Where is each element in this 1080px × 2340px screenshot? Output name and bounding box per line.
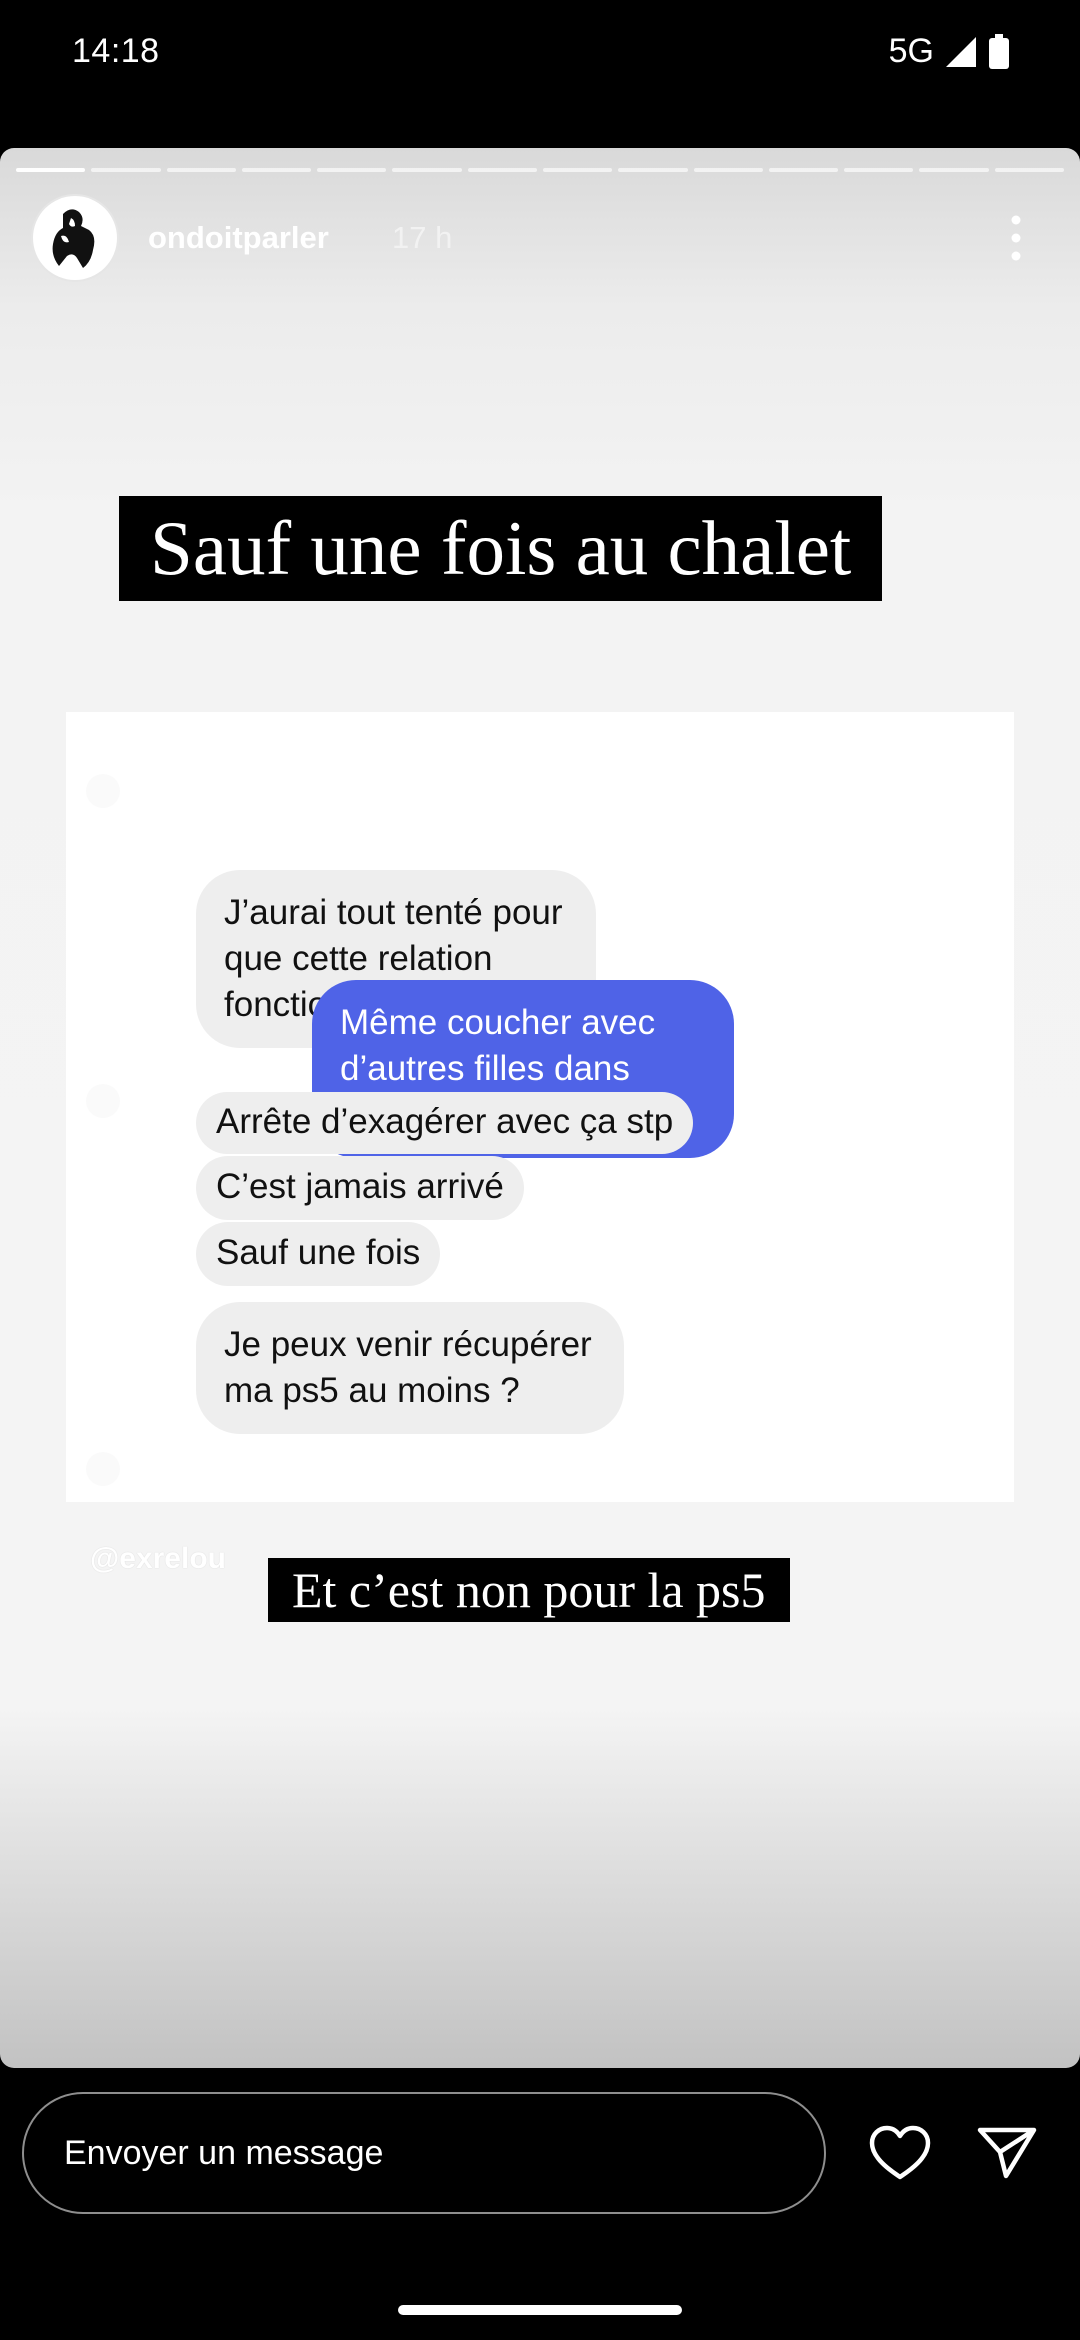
story-progress-segment (91, 168, 161, 172)
story-progress-segment (542, 168, 613, 172)
faded-avatar-icon (86, 1452, 120, 1486)
chat-bubble-incoming: Arrête d’exagérer avec ça stp (196, 1092, 694, 1154)
story-progress-segment (844, 168, 914, 172)
more-options-icon[interactable] (1001, 210, 1031, 266)
chat-bubble-incoming: Je peux venir récupérer ma ps5 au moins … (196, 1302, 624, 1434)
story-progress-segment (166, 168, 236, 172)
reply-bar: Envoyer un message (0, 2068, 1080, 2340)
story-caption-bottom: Et c’est non pour la ps5 (268, 1558, 790, 1622)
story-progress-segment (994, 168, 1064, 172)
avatar[interactable] (33, 196, 117, 280)
story-timestamp: 17 h (392, 220, 453, 255)
story-progress-segment (241, 168, 312, 172)
avatar-illustration-icon (52, 209, 95, 268)
status-bar: 14:18 5G (0, 0, 1080, 110)
send-icon[interactable] (976, 2124, 1038, 2180)
status-time: 14:18 (72, 32, 160, 70)
status-indicators: 5G (889, 32, 1010, 71)
faded-avatar-icon (86, 774, 120, 808)
chat-screenshot: J’aurai tout tenté pour que cette relati… (66, 712, 1014, 1502)
heart-icon[interactable] (868, 2124, 932, 2182)
story-progress-segment (919, 168, 989, 172)
story-progress-segment (693, 168, 763, 172)
story-progress-segment (392, 168, 462, 172)
story-watermark: @exrelou (90, 1542, 226, 1575)
faded-avatar-icon (86, 1084, 120, 1118)
signal-icon (946, 36, 976, 67)
story-viewer[interactable]: ondoitparler 17 h Sauf une fois au chale… (0, 148, 1080, 2068)
story-progress-segment (768, 168, 839, 172)
network-type: 5G (888, 32, 934, 70)
story-progress-segment (618, 168, 688, 172)
story-progress-bar (16, 168, 1064, 172)
chat-bubble-incoming: C’est jamais arrivé (196, 1156, 524, 1220)
home-indicator[interactable] (398, 2305, 682, 2315)
story-username[interactable]: ondoitparler (148, 220, 329, 256)
story-progress-segment (317, 168, 387, 172)
story-caption-top: Sauf une fois au chalet (119, 496, 883, 601)
message-input[interactable]: Envoyer un message (22, 2092, 826, 2214)
battery-icon (989, 33, 1009, 69)
story-progress-segment (16, 168, 86, 172)
chat-bubble-incoming: Sauf une fois (196, 1222, 441, 1286)
story-progress-segment (467, 168, 537, 172)
